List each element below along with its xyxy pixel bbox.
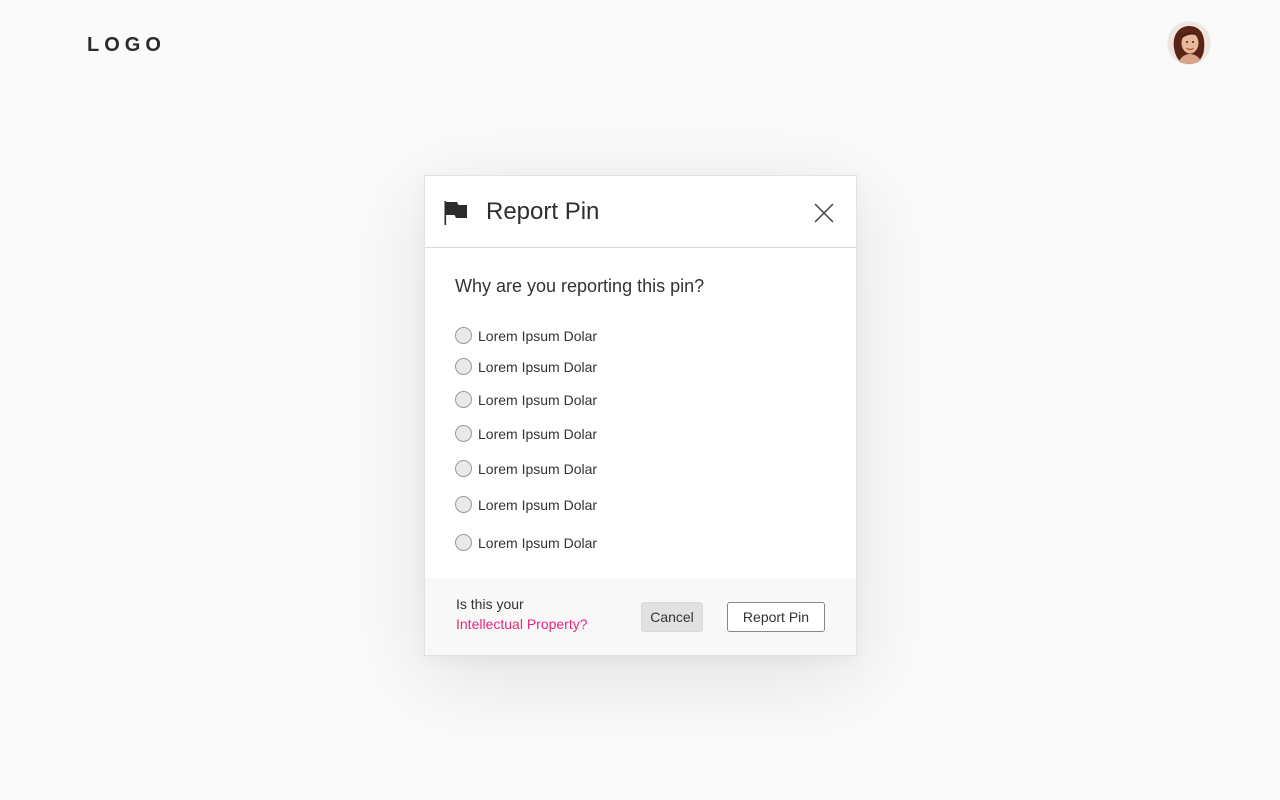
ip-question-text: Is this your: [456, 596, 524, 612]
radio-button[interactable]: [455, 358, 472, 375]
reason-option-label: Lorem Ipsum Dolar: [478, 460, 598, 477]
avatar-photo-icon: [1168, 22, 1210, 64]
report-pin-button[interactable]: Report Pin: [727, 602, 825, 632]
radio-button[interactable]: [455, 391, 472, 408]
user-avatar[interactable]: [1168, 22, 1210, 64]
dialog-header: Report Pin: [425, 176, 856, 248]
reason-option[interactable]: Lorem Ipsum Dolar: [455, 391, 597, 408]
dialog-footer: Is this your Intellectual Property? Canc…: [425, 578, 856, 655]
reason-option-label: Lorem Ipsum Dolar: [478, 534, 598, 551]
radio-button[interactable]: [455, 534, 472, 551]
reason-option[interactable]: Lorem Ipsum Dolar: [455, 327, 597, 344]
page: LOGO Report Pin Why are you reporting th…: [0, 0, 1280, 800]
radio-button[interactable]: [455, 425, 472, 442]
report-question: Why are you reporting this pin?: [455, 276, 705, 296]
close-icon[interactable]: [811, 200, 837, 226]
cancel-button[interactable]: Cancel: [641, 602, 703, 632]
reason-option-label: Lorem Ipsum Dolar: [478, 425, 598, 442]
radio-button[interactable]: [455, 496, 472, 513]
reason-option-label: Lorem Ipsum Dolar: [478, 358, 598, 375]
reason-option-label: Lorem Ipsum Dolar: [478, 496, 598, 513]
radio-button[interactable]: [455, 327, 472, 344]
dialog-title: Report Pin: [486, 198, 600, 225]
flag-icon: [444, 201, 467, 225]
reason-option-label: Lorem Ipsum Dolar: [478, 391, 598, 408]
logo[interactable]: LOGO: [87, 34, 166, 57]
reason-option[interactable]: Lorem Ipsum Dolar: [455, 460, 597, 477]
reason-option[interactable]: Lorem Ipsum Dolar: [455, 425, 597, 442]
reason-option-label: Lorem Ipsum Dolar: [478, 327, 598, 344]
reason-option[interactable]: Lorem Ipsum Dolar: [455, 358, 597, 375]
radio-button[interactable]: [455, 460, 472, 477]
intellectual-property-link[interactable]: Intellectual Property?: [456, 616, 588, 632]
reason-option[interactable]: Lorem Ipsum Dolar: [455, 534, 597, 551]
report-pin-dialog: Report Pin Why are you reporting this pi…: [424, 175, 857, 656]
dialog-body: Why are you reporting this pin?: [425, 248, 856, 578]
reason-option[interactable]: Lorem Ipsum Dolar: [455, 496, 597, 513]
